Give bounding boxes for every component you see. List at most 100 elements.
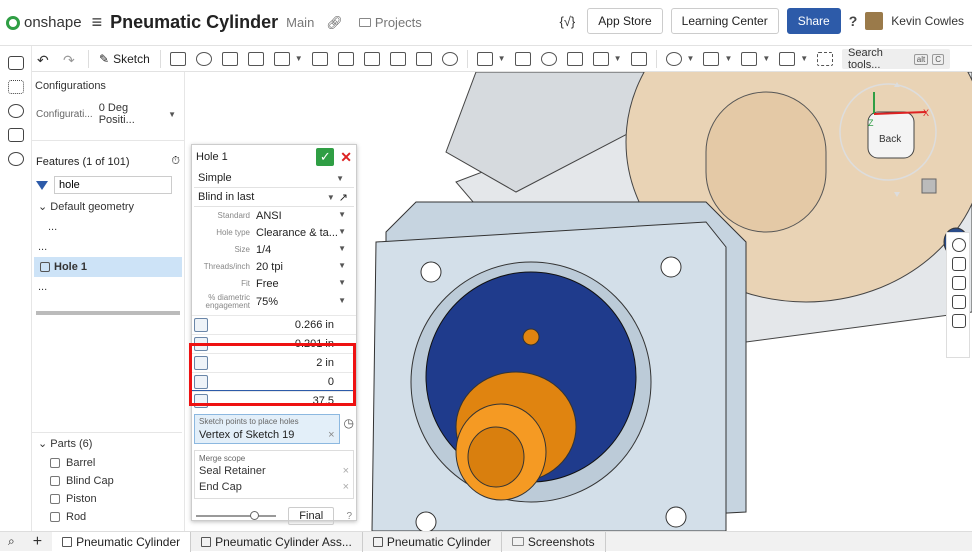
list-item[interactable]: Barrel (32, 454, 182, 472)
loft-icon[interactable] (247, 51, 264, 66)
remove-icon[interactable]: × (343, 465, 349, 477)
list-item[interactable]: End Cap × (199, 479, 349, 495)
chevron-down-icon[interactable]: ▼ (168, 110, 176, 119)
transform-icon[interactable] (592, 51, 609, 66)
flip-icon[interactable]: ↗ (339, 191, 348, 204)
projects-breadcrumb[interactable]: Projects (358, 15, 422, 30)
rollback-icon[interactable]: ⏱ (171, 155, 180, 168)
chevron-down-icon[interactable]: ▼ (687, 54, 695, 63)
chevron-down-icon[interactable]: ▼ (800, 54, 808, 63)
rollback-slider[interactable] (196, 511, 276, 520)
tab-screenshots[interactable]: Screenshots (502, 531, 606, 552)
learning-center-button[interactable]: Learning Center (670, 8, 779, 34)
document-title[interactable]: Pneumatic Cylinder (110, 12, 278, 33)
chevron-down-icon[interactable]: ▼ (614, 54, 622, 63)
tap-drill-row[interactable]: 0.201 in (192, 334, 356, 353)
hole-icon[interactable] (441, 51, 458, 66)
split-icon[interactable] (566, 51, 583, 66)
parts-icon[interactable] (8, 128, 24, 142)
collapsed-items[interactable]: ... (32, 217, 184, 237)
plane-icon[interactable] (703, 51, 720, 66)
param-row[interactable]: Size 1/4 ▼ (192, 241, 356, 258)
surface-icon[interactable] (741, 51, 758, 66)
tab-assembly[interactable]: Pneumatic Cylinder Ass... (191, 531, 363, 552)
delete-part-icon[interactable] (630, 51, 647, 66)
undo-icon[interactable]: ↶ (37, 52, 53, 68)
chevron-down-icon[interactable]: ▼ (762, 54, 770, 63)
param-row[interactable]: Fit Free ▼ (192, 275, 356, 292)
param-row[interactable]: Hole type Clearance & ta... ▼ (192, 224, 356, 241)
tap-depth-input[interactable]: 0 (328, 376, 334, 388)
hole-style-select[interactable]: Simple ▼ (194, 169, 354, 188)
help-icon[interactable]: ? (849, 13, 858, 29)
parts-header[interactable]: ⌄ Parts (6) (32, 433, 182, 454)
draft-icon[interactable] (363, 51, 380, 66)
add-tab-icon[interactable]: + (23, 533, 52, 551)
tip-angle-row[interactable]: 37.5 (192, 391, 356, 410)
cancel-icon[interactable]: ✕ (340, 149, 352, 166)
horizontal-scrollbar[interactable] (36, 311, 180, 315)
comments-icon[interactable] (8, 104, 24, 118)
tab-manager-icon[interactable]: ⌕ (0, 534, 23, 549)
add-custom-feature-icon[interactable] (817, 51, 834, 66)
view-mode-icon[interactable] (921, 178, 937, 194)
remove-icon[interactable]: × (343, 481, 349, 493)
list-item[interactable]: Piston (32, 490, 182, 508)
list-item[interactable]: Seal Retainer × (199, 463, 349, 479)
feature-filter-input[interactable] (54, 176, 172, 194)
accept-button[interactable]: ✓ (316, 148, 335, 166)
list-item[interactable]: Blind Cap (32, 472, 182, 490)
default-geometry-node[interactable]: ⌄ Default geometry (32, 196, 184, 217)
featurescript-icon[interactable]: {√} (559, 14, 575, 29)
final-button[interactable]: Final (288, 507, 335, 525)
tab-drawing[interactable]: Pneumatic Cylinder (363, 531, 502, 552)
menu-icon[interactable]: ≡ (92, 12, 103, 33)
merge-scope-box[interactable]: Merge scope Seal Retainer × End Cap × (194, 450, 354, 499)
param-row[interactable]: Standard ANSI ▼ (192, 207, 356, 224)
redo-icon[interactable]: ↷ (63, 52, 79, 68)
clock-icon[interactable]: ◷ (344, 416, 354, 430)
chevron-down-icon[interactable]: ▼ (295, 54, 303, 63)
configurations-icon[interactable] (952, 295, 966, 309)
search-tools-input[interactable]: Search tools... alt C (842, 47, 950, 71)
chevron-down-icon[interactable]: ▼ (498, 54, 506, 63)
hole-depth-row[interactable]: 2 in (192, 353, 356, 372)
remove-icon[interactable]: × (328, 429, 334, 441)
param-row[interactable]: Threads/inch 20 tpi ▼ (192, 258, 356, 275)
appearance-icon[interactable] (952, 238, 966, 252)
extrude-icon[interactable] (169, 51, 186, 66)
app-store-button[interactable]: App Store (587, 8, 663, 34)
chamfer-icon[interactable] (337, 51, 354, 66)
feature-list-icon[interactable] (8, 56, 24, 70)
sketch-button[interactable]: ✎ Sketch (99, 52, 150, 66)
rib-icon[interactable] (389, 51, 406, 66)
sketch-points-selection[interactable]: Sketch points to place holes Vertex of S… (194, 414, 340, 444)
sheet-metal-icon[interactable] (779, 51, 796, 66)
sweep-icon[interactable] (221, 51, 238, 66)
revolve-icon[interactable] (195, 51, 212, 66)
tab-part-studio[interactable]: Pneumatic Cylinder (52, 531, 192, 552)
chevron-down-icon[interactable]: ▼ (724, 54, 732, 63)
list-item[interactable]: Rod (32, 508, 182, 526)
mass-properties-icon[interactable] (952, 257, 966, 271)
modify-fillet-icon[interactable] (665, 51, 682, 66)
insert-icon[interactable] (8, 80, 24, 94)
variables-icon[interactable] (952, 276, 966, 290)
pattern-icon[interactable] (476, 51, 493, 66)
branch-label[interactable]: Main (286, 15, 314, 30)
thicken-icon[interactable] (273, 51, 290, 66)
user-name[interactable]: Kevin Cowles (891, 14, 964, 28)
tap-depth-row[interactable]: 0 (192, 372, 356, 391)
share-button[interactable]: Share (786, 8, 841, 34)
configuration-row[interactable]: Configurati... 0 Deg Positi... ▼ (32, 100, 184, 128)
hole-1-feature[interactable]: Hole 1 (34, 257, 182, 277)
configuration-value[interactable]: 0 Deg Positi... (99, 102, 162, 126)
collapsed-items[interactable]: ... (32, 277, 184, 297)
custom-table-icon[interactable] (952, 314, 966, 328)
hole-diameter-row[interactable]: 0.266 in (192, 315, 356, 334)
filter-icon[interactable] (36, 180, 48, 190)
history-icon[interactable] (8, 152, 24, 166)
shell-icon[interactable] (415, 51, 432, 66)
collapsed-items[interactable]: ... (32, 237, 184, 257)
onshape-logo[interactable]: onshape (6, 14, 82, 31)
